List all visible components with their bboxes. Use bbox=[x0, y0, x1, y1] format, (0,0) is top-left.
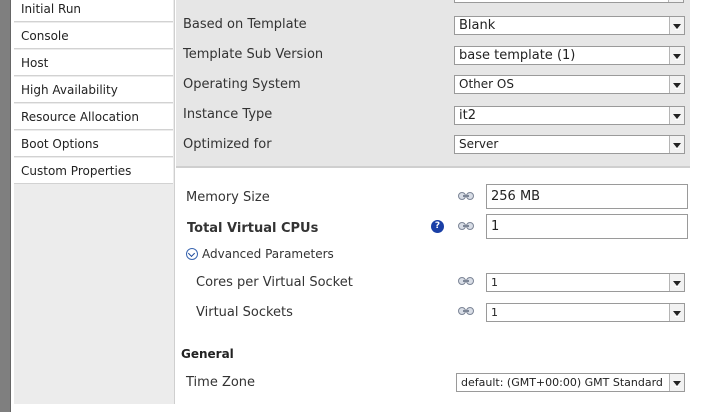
dropdown-arrow-icon bbox=[669, 107, 684, 124]
general-section-title: General bbox=[181, 347, 234, 361]
sidebar-item-custom-properties[interactable]: Custom Properties bbox=[14, 158, 173, 184]
dropdown-arrow-icon bbox=[669, 17, 684, 34]
chevron-down-icon[interactable] bbox=[186, 248, 198, 260]
optimized-for-label: Optimized for bbox=[183, 137, 272, 152]
dropdown-arrow-icon bbox=[669, 304, 684, 321]
memory-size-label: Memory Size bbox=[186, 190, 270, 205]
sidebar-item-initial-run[interactable]: Initial Run bbox=[14, 0, 173, 22]
cluster-select[interactable] bbox=[454, 0, 684, 3]
based-on-template-label: Based on Template bbox=[183, 17, 307, 32]
instance-type-select[interactable]: it2 bbox=[454, 106, 685, 125]
time-zone-label: Time Zone bbox=[186, 375, 256, 390]
sidebar-item-boot-options[interactable]: Boot Options bbox=[14, 131, 173, 157]
dropdown-arrow-icon bbox=[669, 47, 684, 64]
instance-type-value: it2 bbox=[459, 108, 476, 123]
cores-per-virtual-socket-value: 1 bbox=[491, 276, 498, 289]
based-on-template-value: Blank bbox=[459, 18, 496, 33]
memory-size-input[interactable]: 256 MB bbox=[486, 184, 688, 209]
operating-system-select[interactable]: Other OS bbox=[454, 75, 685, 94]
operating-system-label: Operating System bbox=[183, 77, 301, 92]
dropdown-arrow-icon bbox=[669, 274, 684, 291]
template-sub-version-value: base template (1) bbox=[459, 48, 576, 63]
cores-per-virtual-socket-label: Cores per Virtual Socket bbox=[196, 275, 353, 290]
link-icon[interactable] bbox=[458, 192, 474, 200]
sidebar-item-console[interactable]: Console bbox=[14, 23, 173, 49]
virtual-sockets-select[interactable]: 1 bbox=[486, 303, 685, 322]
instance-type-label: Instance Type bbox=[183, 107, 273, 122]
cores-per-virtual-socket-select[interactable]: 1 bbox=[486, 273, 685, 292]
sidebar-item-high-availability[interactable]: High Availability bbox=[14, 77, 173, 103]
help-icon[interactable]: ? bbox=[431, 220, 444, 233]
optimized-for-select[interactable]: Server bbox=[454, 135, 685, 154]
sidebar: Initial Run Console Host High Availabili… bbox=[14, 0, 175, 404]
template-sub-version-select[interactable]: base template (1) bbox=[454, 46, 685, 65]
link-icon[interactable] bbox=[458, 222, 474, 230]
time-zone-value: default: (GMT+00:00) GMT Standard bbox=[461, 376, 663, 389]
time-zone-select[interactable]: default: (GMT+00:00) GMT Standard bbox=[456, 373, 685, 392]
total-virtual-cpus-label: Total Virtual CPUs bbox=[187, 221, 319, 236]
virtual-sockets-label: Virtual Sockets bbox=[196, 305, 293, 320]
virtual-sockets-value: 1 bbox=[491, 306, 498, 319]
link-icon[interactable] bbox=[458, 307, 474, 315]
dropdown-arrow-icon bbox=[669, 76, 684, 93]
dropdown-arrow-icon bbox=[669, 374, 684, 391]
template-sub-version-label: Template Sub Version bbox=[183, 47, 324, 62]
based-on-template-select[interactable]: Blank bbox=[454, 16, 685, 35]
total-virtual-cpus-input[interactable]: 1 bbox=[486, 214, 688, 239]
optimized-for-value: Server bbox=[459, 137, 499, 151]
advanced-parameters-toggle[interactable]: Advanced Parameters bbox=[202, 247, 334, 261]
sidebar-item-resource-allocation[interactable]: Resource Allocation bbox=[14, 104, 173, 130]
link-icon[interactable] bbox=[458, 277, 474, 285]
dropdown-arrow-icon bbox=[669, 136, 684, 153]
sidebar-item-host[interactable]: Host bbox=[14, 50, 173, 76]
dropdown-arrow-icon bbox=[668, 0, 683, 2]
operating-system-value: Other OS bbox=[459, 77, 514, 91]
